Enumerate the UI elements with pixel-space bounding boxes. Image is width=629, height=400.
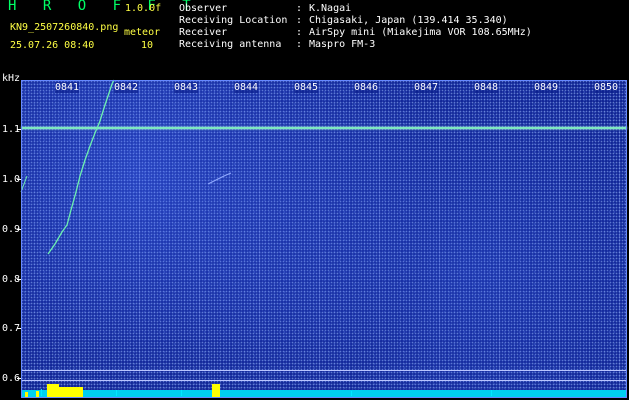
x-tick-label: 0844 [234, 82, 259, 93]
x-tick-label: 0848 [474, 82, 499, 93]
y-tick-mark [17, 129, 21, 130]
x-tick-label: 0843 [174, 82, 199, 93]
x-tick-label: 0841 [55, 82, 80, 93]
y-axis-unit: kHz [2, 73, 21, 84]
y-tick-mark [17, 279, 21, 280]
x-tick-label: 0847 [414, 82, 439, 93]
x-tick-label: 0850 [594, 82, 619, 93]
y-tick-mark [17, 328, 21, 329]
x-tick-label: 0845 [294, 82, 319, 93]
spectrogram-frame [21, 80, 627, 398]
y-tick-mark [17, 378, 21, 379]
y-tick-mark [17, 179, 21, 180]
y-tick-mark [17, 229, 21, 230]
x-tick-label: 0842 [114, 82, 139, 93]
x-tick-label: 0849 [534, 82, 559, 93]
x-tick-label: 0846 [354, 82, 379, 93]
